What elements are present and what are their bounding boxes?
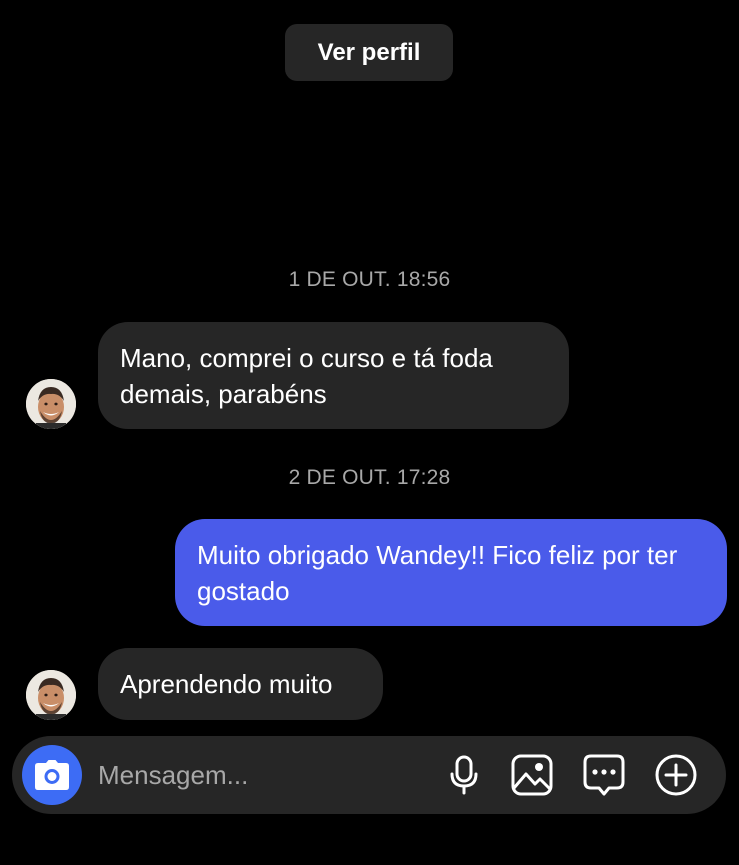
message-bubble-incoming[interactable]: Mano, comprei o curso e tá foda demais, … <box>98 322 569 429</box>
camera-icon <box>35 760 69 790</box>
timestamp-divider: 2 DE OUT. 17:28 <box>288 466 451 489</box>
message-composer <box>12 736 726 814</box>
message-text: Mano, comprei o curso e tá foda demais, … <box>120 343 493 409</box>
gallery-button[interactable] <box>510 753 554 797</box>
message-bubble-outgoing[interactable]: Muito obrigado Wandey!! Fico feliz por t… <box>175 519 727 626</box>
microphone-button[interactable] <box>442 753 486 797</box>
sticker-button[interactable] <box>582 753 626 797</box>
message-bubble-incoming[interactable]: Aprendendo muito <box>98 648 383 720</box>
microphone-icon <box>450 755 478 795</box>
timestamp-divider: 1 DE OUT. 18:56 <box>288 268 451 291</box>
message-text: Muito obrigado Wandey!! Fico feliz por t… <box>197 540 678 606</box>
more-options-button[interactable] <box>654 753 698 797</box>
chat-screen: Ver perfil 1 DE OUT. 18:56 Mano, comprei… <box>0 0 739 865</box>
view-profile-button[interactable]: Ver perfil <box>285 24 453 81</box>
sticker-icon <box>583 754 625 796</box>
plus-icon <box>655 754 697 796</box>
message-input[interactable] <box>98 736 428 814</box>
message-text: Aprendendo muito <box>120 669 333 699</box>
avatar[interactable] <box>26 670 76 720</box>
image-icon <box>511 754 553 796</box>
camera-button[interactable] <box>22 745 82 805</box>
avatar[interactable] <box>26 379 76 429</box>
